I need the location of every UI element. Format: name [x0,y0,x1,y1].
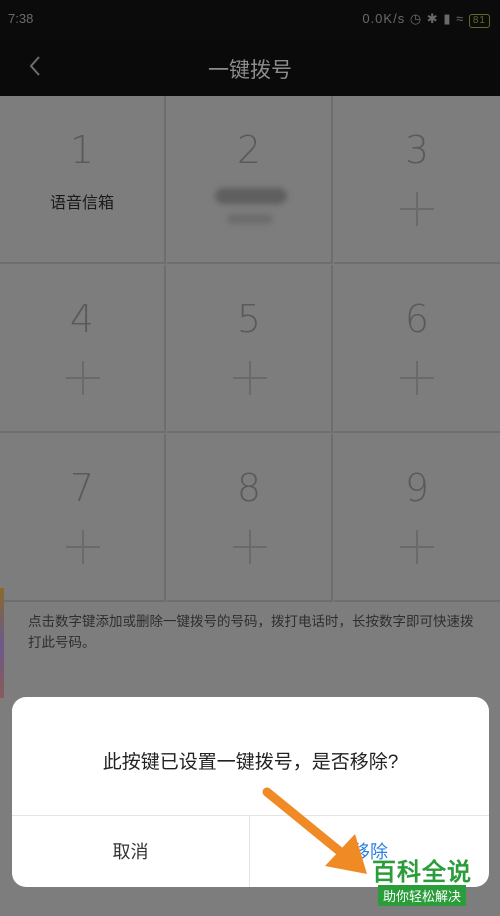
wifi-icon: ≈ [456,11,465,26]
battery-icon: 81 [468,14,490,28]
key-digit: 5 [236,297,262,341]
pointer-arrow-icon [262,787,367,874]
key-6[interactable]: 6 [334,265,500,433]
voicemail-label: 语音信箱 [49,195,114,212]
plus-icon [400,530,434,564]
key-5[interactable]: 5 [167,265,333,433]
cancel-button[interactable]: 取消 [12,816,250,887]
plus-icon [233,530,267,564]
plus-icon [66,361,100,395]
keypad-grid: 1 语音信箱 2 3 4 5 6 7 8 9 [0,96,500,603]
status-icons: 0.0K/s ◷ ✱ ▮ ≈ 81 [362,11,490,28]
plus-icon [66,530,100,564]
alarm-icon: ◷ [409,11,423,26]
key-digit: 2 [236,128,262,172]
plus-icon [400,192,434,226]
key-digit: 1 [69,128,95,172]
key-digit: 6 [404,297,430,341]
dialog-message: 此按键已设置一键拨号，是否移除? [102,752,399,773]
title-bar: 一键拨号 [0,38,500,96]
key-digit: 3 [404,128,430,172]
key-7[interactable]: 7 [0,434,166,602]
key-3[interactable]: 3 [334,96,500,264]
plus-icon [400,361,434,395]
signal-icon: ▮ [443,11,452,26]
key-8[interactable]: 8 [167,434,333,602]
key-digit: 4 [69,297,95,341]
bluetooth-icon: ✱ [426,11,439,26]
plus-icon [233,361,267,395]
blurred-contact-name [215,188,287,204]
content-area: 1 语音信箱 2 3 4 5 6 7 8 9 点击数字键添加或删除一键拨号的号码… [0,96,500,916]
side-strip [0,588,4,698]
watermark-tagline: 助你轻松解决 [378,885,467,906]
key-9[interactable]: 9 [334,434,500,602]
key-2[interactable]: 2 [167,96,333,264]
page-title: 一键拨号 [208,59,292,82]
key-digit: 9 [404,466,430,510]
status-bar: 7:38 0.0K/s ◷ ✱ ▮ ≈ 81 [0,0,500,38]
key-4[interactable]: 4 [0,265,166,433]
key-1[interactable]: 1 语音信箱 [0,96,166,264]
network-speed: 0.0K/s [362,11,406,26]
watermark-brand: 百科全说 [372,859,472,886]
status-time: 7:38 [8,11,34,26]
hint-text: 点击数字键添加或删除一键拨号的号码，拨打电话时，长按数字即可快速拨打此号码。 [28,614,474,650]
watermark-logo: 百科全说 助你轻松解决 [368,852,492,910]
blurred-contact-number [227,214,273,224]
key-digit: 7 [69,466,95,510]
key-digit: 8 [236,466,262,510]
